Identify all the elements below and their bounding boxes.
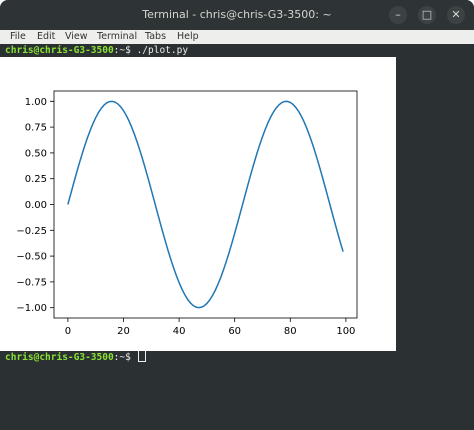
y-tick-label: 0.25 xyxy=(25,174,47,185)
minimize-icon[interactable]: – xyxy=(389,6,407,24)
command-line: chris@chris-G3-3500:~$ ./plot.py xyxy=(5,45,188,56)
menu-bar: File Edit View Terminal Tabs Help xyxy=(0,30,474,44)
x-tick-label: 40 xyxy=(173,326,186,337)
close-icon[interactable]: ✕ xyxy=(447,6,465,24)
y-tick-label: −0.75 xyxy=(16,277,47,288)
menu-edit[interactable]: Edit xyxy=(37,31,55,42)
active-prompt-line: chris@chris-G3-3500:~$ xyxy=(5,349,146,363)
y-tick-label: 0.00 xyxy=(25,200,47,211)
menu-help[interactable]: Help xyxy=(177,31,199,42)
maximize-icon[interactable]: □ xyxy=(418,6,436,24)
prompt-suffix: :~$ xyxy=(113,45,137,56)
line-chart: 1.00 0.75 0.50 0.25 0.00 −0.25 −0.50 −0.75 −1.00… xyxy=(16,90,358,337)
terminal-window: Terminal - chris@chris-G3-3500: ~ – □ ✕ … xyxy=(0,0,474,430)
x-tick-label: 20 xyxy=(117,326,130,337)
plot-window: 1.00 0.75 0.50 0.25 0.00 −0.25 −0.50 −0.75 −1.00… xyxy=(0,57,396,351)
prompt-user-2: chris@chris-G3-3500 xyxy=(5,352,114,363)
menu-file[interactable]: File xyxy=(10,31,26,42)
menu-terminal[interactable]: Terminal xyxy=(97,31,137,42)
y-tick-label: 1.00 xyxy=(25,97,47,108)
menu-view[interactable]: View xyxy=(65,31,88,42)
y-tick-label: −0.25 xyxy=(16,226,47,237)
x-tick-label: 0 xyxy=(65,326,71,337)
sine-series-line xyxy=(67,100,344,309)
prompt-user: chris@chris-G3-3500 xyxy=(5,45,114,56)
x-tick-label: 100 xyxy=(336,326,355,337)
y-tick-label: 0.50 xyxy=(25,148,47,159)
title-bar[interactable]: Terminal - chris@chris-G3-3500: ~ – □ ✕ xyxy=(0,0,474,30)
command-text: ./plot.py xyxy=(136,45,189,56)
menu-tabs[interactable]: Tabs xyxy=(145,31,166,42)
x-tick-label: 80 xyxy=(284,326,297,337)
y-tick-label: 0.75 xyxy=(25,123,47,134)
x-tick-label: 60 xyxy=(228,326,241,337)
y-tick-label: −1.00 xyxy=(16,303,47,314)
y-tick-label: −0.50 xyxy=(16,252,47,263)
plot-frame xyxy=(53,90,358,319)
prompt-suffix-2: :~$ xyxy=(113,352,137,363)
